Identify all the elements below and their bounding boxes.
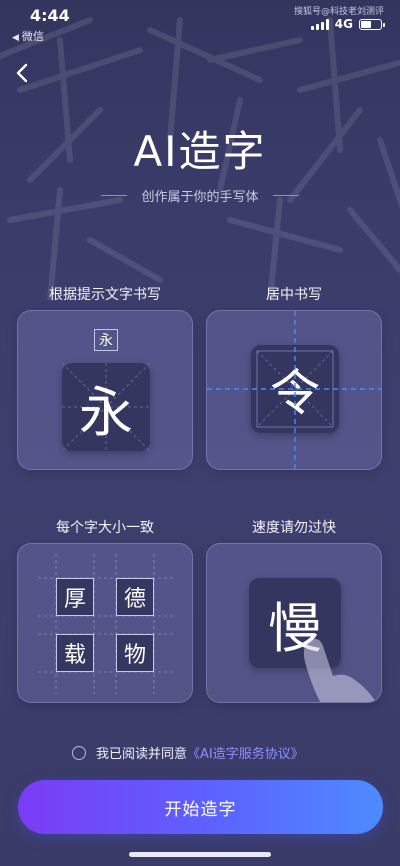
writing-tile: 永 — [62, 363, 150, 451]
center-guide-lines — [207, 311, 381, 469]
subtitle-divider-left — [101, 195, 128, 196]
subtitle-text: 创作属于你的手写体 — [141, 190, 259, 205]
back-button[interactable] — [12, 62, 34, 84]
handwritten-char: 永 — [79, 380, 133, 444]
page-title: AI造字 — [133, 127, 267, 176]
tip-title-slow: 速度请勿过快 — [252, 520, 336, 536]
char-box: 厚 — [56, 578, 94, 616]
home-indicator — [129, 852, 271, 857]
tip-card-prompt: 永 永 — [17, 310, 193, 470]
chevron-left-icon — [16, 63, 28, 83]
service-agreement-link[interactable]: 《AI造字服务协议》 — [187, 743, 304, 762]
return-app-label: 微信 — [21, 30, 44, 43]
network-type: 4G — [334, 17, 353, 31]
agreement-row: 我已阅读并同意 《AI造字服务协议》 — [72, 743, 304, 762]
return-to-app-link[interactable]: ◀ 微信 — [12, 28, 44, 44]
watermark: 搜狐号@科技老刘测评 — [293, 7, 384, 17]
status-time: 4:44 — [30, 6, 70, 25]
back-triangle-icon: ◀ — [12, 33, 19, 43]
tip-card-uniform-size: 厚 德 载 物 — [17, 543, 193, 703]
status-bar: 4:44 ◀ 微信 搜狐号@科技老刘测评 4G — [0, 0, 400, 46]
signal-icon — [310, 18, 329, 30]
char-box: 载 — [56, 634, 94, 672]
subtitle-divider-right — [272, 195, 299, 196]
char-box: 德 — [116, 578, 154, 616]
status-indicators: 4G — [310, 17, 385, 31]
tip-card-center: 令 — [206, 310, 382, 470]
start-button[interactable]: 开始造字 — [18, 780, 383, 834]
hint-char-box: 永 — [94, 329, 118, 351]
page-subtitle: 创作属于你的手写体 — [0, 186, 400, 205]
agreement-text: 我已阅读并同意 — [96, 747, 188, 762]
tip-title-center: 居中书写 — [266, 287, 322, 303]
finger-icon — [303, 638, 376, 702]
tip-title-uniform-size: 每个字大小一致 — [56, 520, 154, 536]
grid-guide-lines — [38, 554, 174, 694]
tip-card-slow: 慢 — [206, 543, 382, 703]
char-box: 物 — [116, 634, 154, 672]
agreement-checkbox[interactable] — [72, 745, 86, 760]
battery-icon — [359, 18, 385, 30]
tip-title-prompt: 根据提示文字书写 — [49, 287, 161, 303]
